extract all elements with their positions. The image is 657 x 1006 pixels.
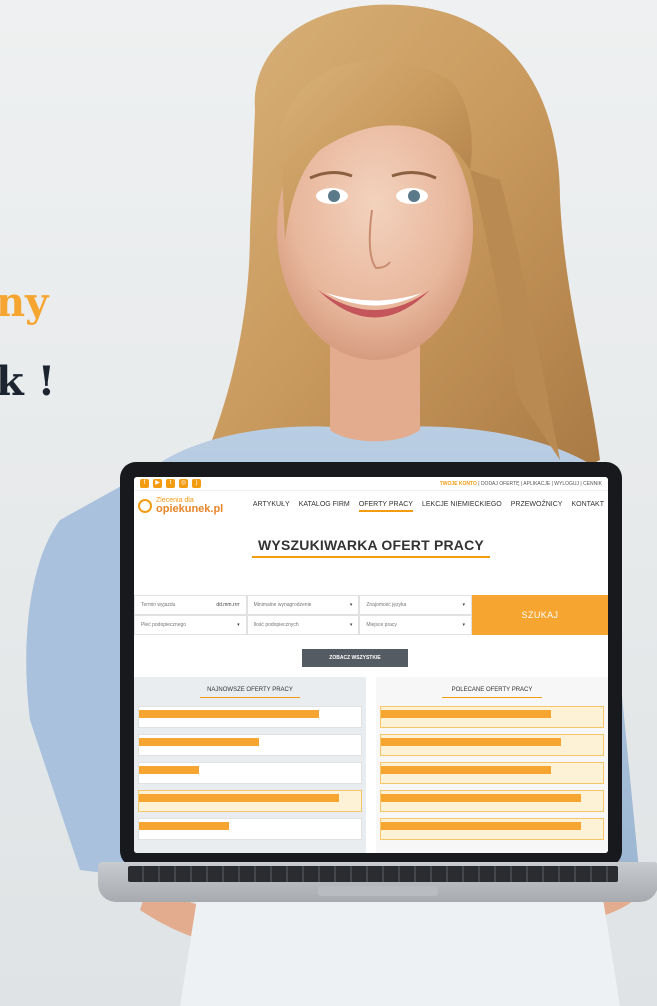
offer-card[interactable] (138, 790, 362, 812)
instagram-icon[interactable]: ◎ (179, 479, 188, 488)
laptop-keyboard (98, 862, 657, 902)
offer-card[interactable] (380, 706, 604, 728)
nav-item-carriers[interactable]: PRZEWOŹNICY (511, 501, 563, 512)
featured-offers: POLECANE OFERTY PRACY (376, 677, 608, 853)
latest-offers-title: NAJNOWSZE OFERTY PRACY (207, 687, 293, 693)
headline-line2: k ! (0, 358, 56, 405)
nav-item-job-offers[interactable]: OFERTY PRACY (358, 501, 413, 512)
patient-count-select[interactable]: Ilość podopiecznych ▾ (246, 615, 360, 635)
twitter-icon[interactable]: t (166, 479, 175, 488)
account-link[interactable]: TWOJE KONTO (440, 481, 477, 487)
featured-offers-title: POLECANE OFERTY PRACY (451, 687, 533, 693)
offer-card[interactable] (138, 706, 362, 728)
title-underline (252, 556, 490, 558)
offer-card[interactable] (138, 818, 362, 840)
latest-offers: NAJNOWSZE OFERTY PRACY (134, 677, 366, 853)
trackpad (318, 886, 438, 896)
facebook-icon[interactable]: f (140, 479, 149, 488)
rss-icon[interactable]: ) (192, 479, 201, 488)
headline-line1: ny (0, 279, 49, 326)
social-icons: f ▶ t ◎ ) (140, 479, 201, 488)
account-menu[interactable]: | DODAJ OFERTĘ | APLIKACJE | WYLOGUJ | C… (478, 481, 602, 487)
site-logo[interactable]: Zlecenia dla opiekunek.pl (138, 497, 253, 515)
nav-item-company-catalog[interactable]: KATALOG FIRM (299, 501, 350, 512)
search-fields: Termin wyjazdu dd.mm.rrrr Minimalne wynag… (134, 595, 472, 635)
see-all-button[interactable]: ZOBACZ WSZYSTKIE (302, 649, 408, 667)
page-title: WYSZUKIWARKA OFERT PRACY (258, 537, 484, 553)
site-topbar: f ▶ t ◎ ) TWOJE KONTO | DODAJ OFERTĘ | A… (134, 477, 608, 491)
nav-item-german-lessons[interactable]: LEKCJE NIEMIECKIEGO (422, 501, 502, 512)
offer-card[interactable] (380, 818, 604, 840)
laptop: f ▶ t ◎ ) TWOJE KONTO | DODAJ OFERTĘ | A… (98, 462, 657, 902)
laptop-screen: f ▶ t ◎ ) TWOJE KONTO | DODAJ OFERTĘ | A… (134, 477, 608, 853)
offers-columns: NAJNOWSZE OFERTY PRACY POLECANE OFERTY P… (134, 677, 608, 853)
offer-card[interactable] (138, 762, 362, 784)
keyboard-keys (128, 866, 618, 882)
offer-card[interactable] (380, 762, 604, 784)
main-nav: ARTYKUŁY KATALOG FIRM OFERTY PRACY LEKCJ… (253, 501, 604, 512)
youtube-icon[interactable]: ▶ (153, 479, 162, 488)
nav-item-articles[interactable]: ARTYKUŁY (253, 501, 290, 512)
patient-gender-select[interactable]: Płeć podopiecznego ▾ (134, 615, 247, 635)
offer-card[interactable] (380, 734, 604, 756)
logo-line2: opiekunek.pl (156, 503, 224, 515)
departure-date-field[interactable]: Termin wyjazdu dd.mm.rrrr (134, 595, 247, 615)
language-select[interactable]: Znajomość języka ▾ (359, 595, 472, 615)
nav-item-contact[interactable]: KONTAKT (571, 501, 604, 512)
logo-icon (138, 499, 152, 513)
offer-card[interactable] (380, 790, 604, 812)
search-form: Termin wyjazdu dd.mm.rrrr Minimalne wynag… (134, 595, 608, 635)
account-links[interactable]: TWOJE KONTO | DODAJ OFERTĘ | APLIKACJE |… (440, 481, 602, 487)
logo-text: Zlecenia dla opiekunek.pl (156, 497, 223, 515)
workplace-select[interactable]: Miejsce pracy ▾ (359, 615, 472, 635)
offer-card[interactable] (138, 734, 362, 756)
search-button[interactable]: SZUKAJ (472, 595, 608, 635)
min-salary-select[interactable]: Minimalne wynagrodzenie ▾ (246, 595, 360, 615)
site-navbar: Zlecenia dla opiekunek.pl ARTYKUŁY KATAL… (134, 491, 608, 521)
laptop-bezel: f ▶ t ◎ ) TWOJE KONTO | DODAJ OFERTĘ | A… (120, 462, 622, 867)
